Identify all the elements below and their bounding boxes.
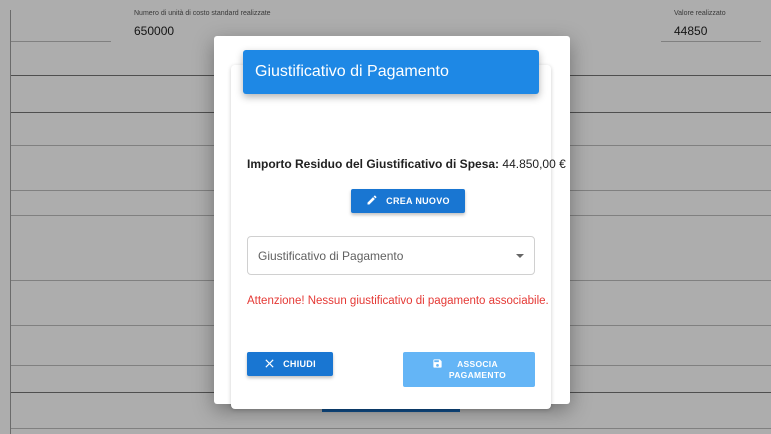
giustificativo-select[interactable]: Giustificativo di Pagamento [247,236,535,275]
crea-nuovo-button[interactable]: CREA NUOVO [351,189,465,213]
residuo-value: 44.850,00 € [502,157,566,171]
chiudi-button[interactable]: CHIUDI [247,352,333,376]
pencil-icon [366,194,378,208]
modal-title: Giustificativo di Pagamento [243,50,539,94]
associa-label: ASSOCIA PAGAMENTO [449,359,506,381]
chiudi-label: CHIUDI [283,359,316,369]
close-icon [264,358,275,371]
associa-label-line1: ASSOCIA [457,358,498,369]
select-placeholder: Giustificativo di Pagamento [258,248,404,263]
associa-label-line2: PAGAMENTO [448,369,507,380]
residuo-text: Importo Residuo del Giustificativo di Sp… [247,157,566,171]
modal-dialog: Giustificativo di Pagamento Importo Resi… [214,36,570,409]
warning-message: Attenzione! Nessun giustificativo di pag… [247,295,549,307]
modal-card: Giustificativo di Pagamento Importo Resi… [231,50,566,409]
residuo-label: Importo Residuo del Giustificativo di Sp… [247,157,500,171]
save-icon [432,358,443,371]
associa-pagamento-button[interactable]: ASSOCIA PAGAMENTO [403,352,535,387]
caret-down-icon [516,253,524,258]
crea-nuovo-label: CREA NUOVO [386,196,450,206]
